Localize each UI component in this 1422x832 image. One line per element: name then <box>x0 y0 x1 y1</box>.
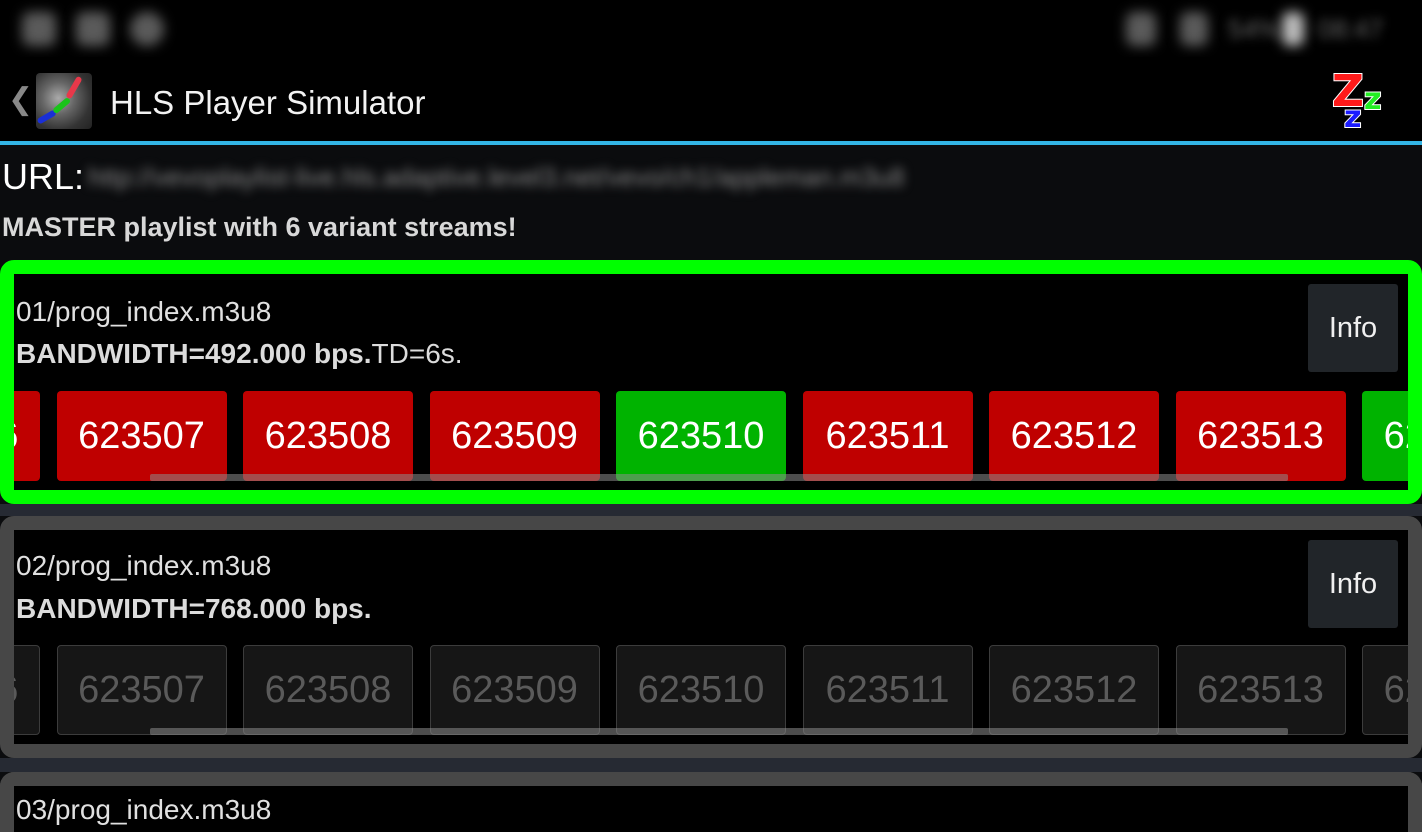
chat-icon <box>76 12 110 46</box>
segment-tile[interactable]: 623506 <box>14 391 40 481</box>
back-chevron-icon[interactable]: ❮ <box>8 82 33 117</box>
info-button[interactable]: Info <box>1308 540 1398 628</box>
segment-tile[interactable]: 623506 <box>14 645 40 735</box>
stream-playlist-name: 02/prog_index.m3u8 <box>16 550 272 581</box>
battery-icon <box>1282 12 1304 46</box>
target-duration: TD=6s. <box>371 338 463 369</box>
horizontal-scrollbar[interactable] <box>150 728 1288 735</box>
segment-strip[interactable]: 6235066235076235086235096235106235116235… <box>14 645 1408 737</box>
segment-tile[interactable]: 623514 <box>1362 391 1408 481</box>
action-bar-divider <box>0 141 1422 145</box>
bandwidth-value: BANDWIDTH=492.000 bps. <box>16 338 372 369</box>
segment-tile[interactable]: 623508 <box>243 391 413 481</box>
bandwidth-value: BANDWIDTH=768.000 bps. <box>16 593 372 624</box>
signal-icon <box>1180 12 1208 46</box>
master-playlist-summary: MASTER playlist with 6 variant streams! <box>2 212 517 242</box>
url-label: URL: <box>2 156 85 197</box>
card-gap <box>0 504 1422 516</box>
message-icon <box>130 12 164 46</box>
stream-playlist-name: 01/prog_index.m3u8 <box>16 296 272 327</box>
url-value: http://vevoplaylist-live.hls.adaptive.le… <box>88 161 905 192</box>
app-logo-icon[interactable] <box>36 73 92 129</box>
stream-card-active[interactable]: 01/prog_index.m3u8 BANDWIDTH=492.000 bps… <box>0 260 1422 504</box>
segment-strip[interactable]: 6235066235076235086235096235106235116235… <box>14 391 1408 483</box>
status-bar: 54% 08:47 <box>0 0 1422 57</box>
stream-card[interactable]: 03/prog_index.m3u8 <box>0 772 1422 832</box>
segment-tile[interactable]: 623514 <box>1362 645 1408 735</box>
segment-tile[interactable]: 623513 <box>1175 645 1346 735</box>
segment-tile[interactable]: 623507 <box>56 645 227 735</box>
segment-tile[interactable]: 623511 <box>802 391 973 481</box>
notification-icon <box>22 12 56 46</box>
card-gap <box>0 758 1422 772</box>
segment-tile[interactable]: 623511 <box>802 645 973 735</box>
segment-tile[interactable]: 623512 <box>989 391 1159 481</box>
segment-tile[interactable]: 623513 <box>1175 391 1346 481</box>
app-title: HLS Player Simulator <box>110 84 426 121</box>
segment-tile[interactable]: 623509 <box>429 645 600 735</box>
wifi-icon <box>1126 12 1156 46</box>
segment-tile[interactable]: 623510 <box>616 391 786 481</box>
stream-card[interactable]: 02/prog_index.m3u8 BANDWIDTH=768.000 bps… <box>0 516 1422 758</box>
clock: 08:47 <box>1318 14 1384 44</box>
battery-percent: 54% <box>1228 14 1281 44</box>
stream-bandwidth: BANDWIDTH=492.000 bps.TD=6s. <box>16 338 463 370</box>
zzz-letter-green: z <box>1363 81 1383 118</box>
url-row: URL: http://vevoplaylist-live.hls.adapti… <box>2 156 905 198</box>
segment-tile[interactable]: 623507 <box>56 391 227 481</box>
stream-playlist-name: 03/prog_index.m3u8 <box>16 794 272 825</box>
segment-tile[interactable]: 623508 <box>243 645 413 735</box>
segment-tile[interactable]: 623512 <box>989 645 1159 735</box>
stream-bandwidth: BANDWIDTH=768.000 bps. <box>16 593 372 625</box>
sleep-zzz-icon[interactable]: Z z z <box>1330 65 1394 136</box>
segment-tile[interactable]: 623510 <box>616 645 786 735</box>
horizontal-scrollbar[interactable] <box>150 474 1288 481</box>
segment-tile[interactable]: 623509 <box>429 391 600 481</box>
info-button[interactable]: Info <box>1308 284 1398 372</box>
zzz-letter-blue: z <box>1343 99 1363 136</box>
